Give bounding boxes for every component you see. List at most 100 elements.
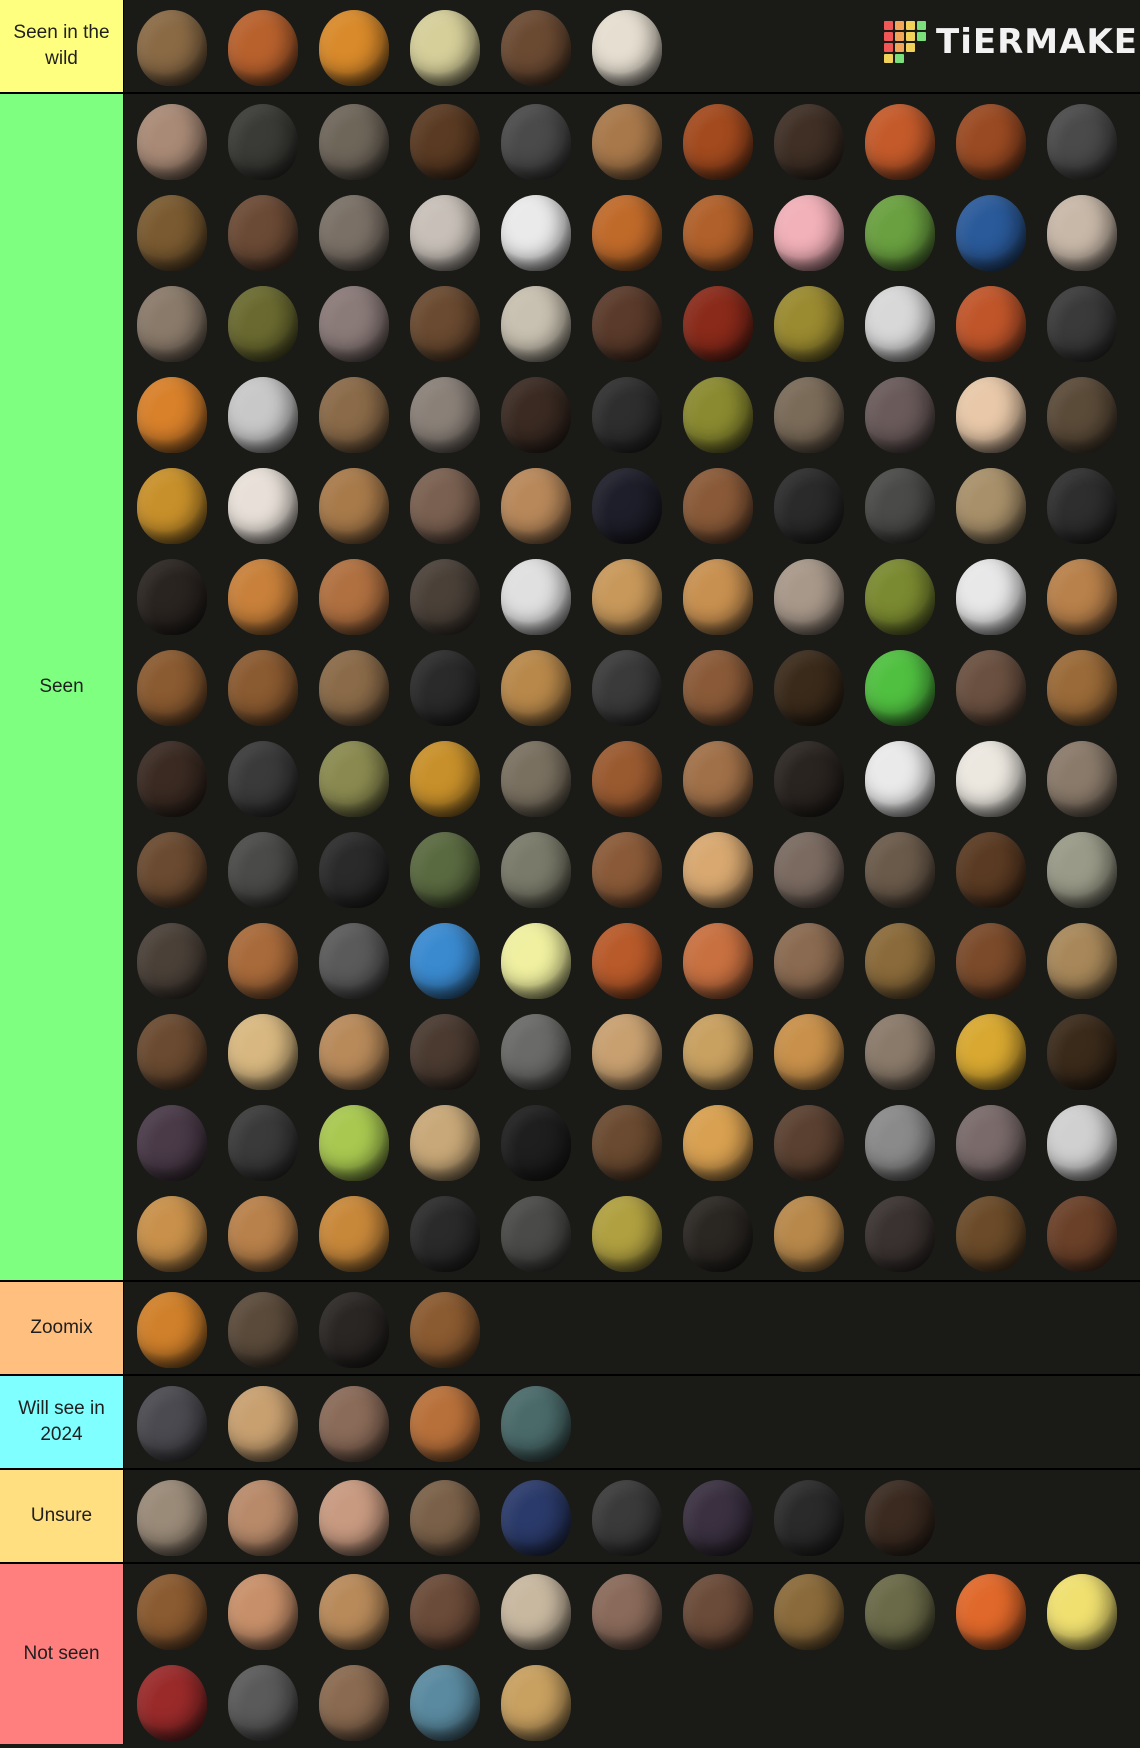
tier-item-cane-toad[interactable] xyxy=(854,1566,945,1657)
tier-item-malayan-tapir[interactable] xyxy=(1036,460,1127,551)
tier-item-leopard[interactable] xyxy=(399,733,490,824)
tier-item-porcupine[interactable] xyxy=(399,1006,490,1097)
tier-item-red-ruffed-lemur[interactable] xyxy=(672,278,763,369)
tier-item-jaguar[interactable] xyxy=(126,460,217,551)
tier-item-komodo-dragon[interactable] xyxy=(763,369,854,460)
tier-item-capuchin[interactable] xyxy=(945,369,1036,460)
tier-item-bullfrog[interactable] xyxy=(854,551,945,642)
tier-item-spider[interactable] xyxy=(126,1097,217,1188)
tier-item-wildebeest[interactable] xyxy=(126,915,217,1006)
tier-item-walrus[interactable] xyxy=(763,824,854,915)
tier-item-green-crocodile[interactable] xyxy=(490,1378,581,1469)
tier-item-tasmanian-devil[interactable] xyxy=(490,1097,581,1188)
tier-item-giraffe[interactable] xyxy=(126,1188,217,1279)
tier-item-tarantula[interactable] xyxy=(1036,1006,1127,1097)
tier-item-gorilla[interactable] xyxy=(581,369,672,460)
tier-item-gerenuk[interactable] xyxy=(308,1006,399,1097)
tier-item-hippo[interactable] xyxy=(945,1097,1036,1188)
tier-item-asian-elephant[interactable] xyxy=(126,278,217,369)
tier-item-brown-bear-cub[interactable] xyxy=(581,824,672,915)
tier-item-crocodile[interactable] xyxy=(308,733,399,824)
tier-item-black-bear[interactable] xyxy=(308,1284,399,1375)
tier-item-red-panda[interactable] xyxy=(945,278,1036,369)
tier-item-badger[interactable] xyxy=(581,642,672,733)
tier-item-bonobo[interactable] xyxy=(490,369,581,460)
tier-item-alligator[interactable] xyxy=(490,824,581,915)
tier-item-arctic-fox[interactable] xyxy=(945,551,1036,642)
tier-item-galapagos-tortoise[interactable] xyxy=(308,187,399,278)
tier-item-donkey[interactable] xyxy=(854,1006,945,1097)
tier-item-steller-sea-lion[interactable] xyxy=(126,642,217,733)
tier-item-wombat[interactable] xyxy=(399,460,490,551)
tier-item-scorpion[interactable] xyxy=(945,1006,1036,1097)
tier-item-monarch-butterfly[interactable] xyxy=(308,2,399,93)
tier-item-wolf-spider[interactable] xyxy=(217,1097,308,1188)
tier-item-okapi[interactable] xyxy=(581,278,672,369)
tier-label[interactable]: Zoomix xyxy=(0,1282,124,1374)
tier-item-skunk[interactable] xyxy=(308,824,399,915)
tier-item-capybara[interactable] xyxy=(1036,642,1127,733)
tier-item-bat[interactable] xyxy=(126,824,217,915)
tier-item-lynx[interactable] xyxy=(490,642,581,733)
tier-item-radiated-tortoise[interactable] xyxy=(581,1188,672,1279)
tier-item-gila-monster[interactable] xyxy=(672,187,763,278)
tier-item-green-anaconda[interactable] xyxy=(672,369,763,460)
tier-item-bush-pig[interactable] xyxy=(490,1188,581,1279)
tier-item-gibbon[interactable] xyxy=(217,1006,308,1097)
tier-item-clouded-leopard[interactable] xyxy=(945,460,1036,551)
tier-label[interactable]: Seen in the wild xyxy=(0,0,124,92)
tier-item-guanaco[interactable] xyxy=(308,551,399,642)
tier-item-gazelle[interactable] xyxy=(490,1657,581,1748)
tier-item-red-deer[interactable] xyxy=(126,2,217,93)
tier-label[interactable]: Unsure xyxy=(0,1470,124,1562)
tier-item-cheetah[interactable] xyxy=(672,1097,763,1188)
tier-item-pill-bug[interactable] xyxy=(126,1657,217,1748)
tier-item-red-knee-tarantula[interactable] xyxy=(854,1472,945,1563)
tier-item-cape-buffalo[interactable] xyxy=(217,96,308,187)
tier-item-lizard[interactable] xyxy=(763,278,854,369)
tier-item-water-buffalo[interactable] xyxy=(763,1188,854,1279)
tier-item-leopard-gecko[interactable] xyxy=(1036,1566,1127,1657)
tier-item-milk-snake[interactable] xyxy=(308,1472,399,1563)
tier-item-giant-panda[interactable] xyxy=(490,187,581,278)
tier-item-bongo[interactable] xyxy=(945,96,1036,187)
tier-item-cassowary[interactable] xyxy=(581,460,672,551)
tier-item-reindeer[interactable] xyxy=(1036,733,1127,824)
tier-item-otter[interactable] xyxy=(945,642,1036,733)
tier-item-african-penguin[interactable] xyxy=(490,551,581,642)
tier-item-python[interactable] xyxy=(126,187,217,278)
tier-item-bighorn-sheep[interactable] xyxy=(490,1566,581,1657)
tier-item-swallowtail-butterfly[interactable] xyxy=(399,2,490,93)
tier-item-fallow-deer[interactable] xyxy=(672,642,763,733)
tier-item-proboscis-monkey[interactable] xyxy=(217,1566,308,1657)
tier-item-sloth[interactable] xyxy=(672,1566,763,1657)
tier-item-gharial[interactable] xyxy=(672,460,763,551)
tier-item-brimstone-butterfly[interactable] xyxy=(490,915,581,1006)
tier-item-iguana[interactable] xyxy=(854,187,945,278)
tier-item-springbok[interactable] xyxy=(672,733,763,824)
tier-item-sand-cat[interactable] xyxy=(399,1097,490,1188)
tier-item-wolverine[interactable] xyxy=(399,551,490,642)
tier-item-african-elephant[interactable] xyxy=(854,1097,945,1188)
tier-item-orangutan[interactable] xyxy=(672,96,763,187)
tier-item-sand-boa[interactable] xyxy=(672,1006,763,1097)
tier-item-tree-frog[interactable] xyxy=(854,642,945,733)
tier-item-blue-morpho[interactable] xyxy=(399,915,490,1006)
tier-item-moose[interactable] xyxy=(945,824,1036,915)
tier-item-yak[interactable] xyxy=(217,1284,308,1375)
tier-item-sloth-bear[interactable] xyxy=(126,551,217,642)
tier-item-rattlesnake[interactable] xyxy=(126,1472,217,1563)
tier-item-thomson-gazelle[interactable] xyxy=(581,1006,672,1097)
tier-item-sea-lion[interactable] xyxy=(490,2,581,93)
tier-item-sun-bear[interactable] xyxy=(672,1188,763,1279)
tier-item-aardwolf[interactable] xyxy=(1036,915,1127,1006)
tier-item-turtle[interactable] xyxy=(399,824,490,915)
tier-item-brown-bear[interactable] xyxy=(399,1284,490,1375)
tier-item-hyena[interactable] xyxy=(308,369,399,460)
tier-item-orb-spider[interactable] xyxy=(763,1472,854,1563)
tier-item-wallaby[interactable] xyxy=(763,915,854,1006)
tier-item-king-penguin[interactable] xyxy=(763,460,854,551)
tier-item-przewalski-horse[interactable] xyxy=(581,733,672,824)
tier-item-dung-beetle[interactable] xyxy=(581,1472,672,1563)
tier-item-tapir[interactable] xyxy=(490,96,581,187)
